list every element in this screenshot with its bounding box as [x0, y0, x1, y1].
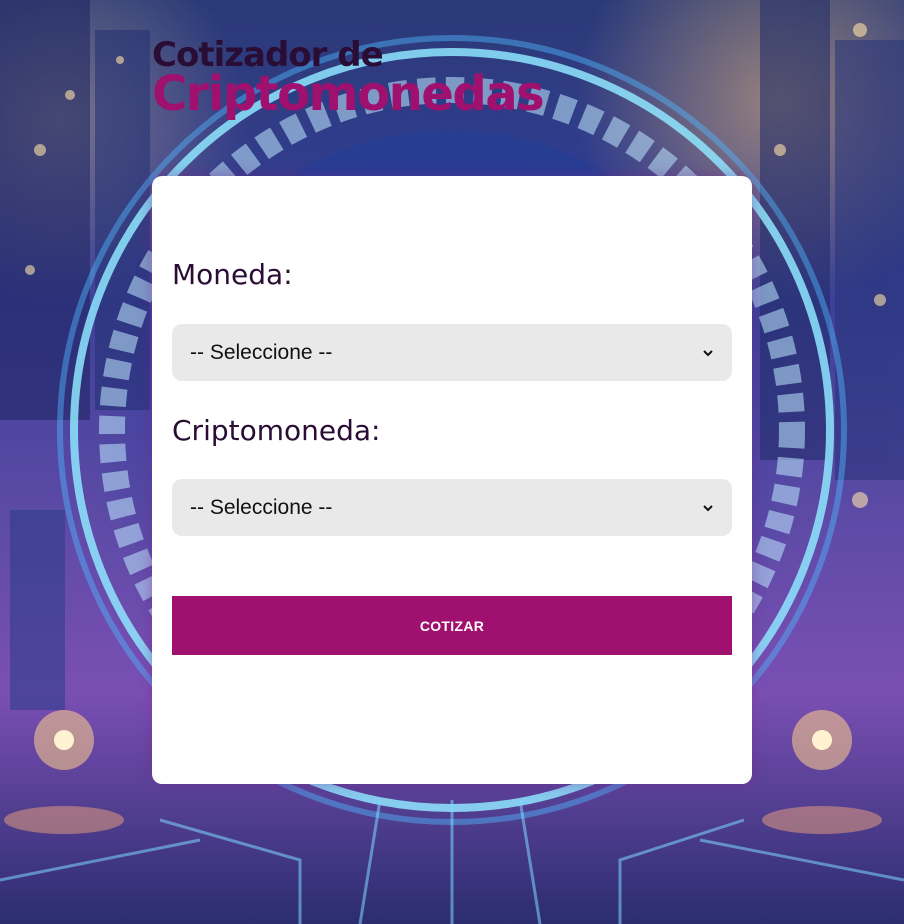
chevron-down-icon [703, 349, 713, 356]
page-title-line2: Criptomonedas [152, 66, 545, 122]
currency-select-value: -- Seleccione -- [190, 340, 333, 364]
currency-label: Moneda: [172, 258, 293, 291]
chevron-down-icon [703, 504, 713, 511]
crypto-label: Criptomoneda: [172, 414, 381, 447]
quote-button[interactable]: COTIZAR [172, 596, 732, 655]
currency-select[interactable]: -- Seleccione -- [172, 324, 732, 381]
page-title: Cotizador de Criptomonedas [152, 38, 545, 122]
quote-form-card: Moneda: -- Seleccione -- Criptomoneda: -… [152, 176, 752, 784]
crypto-select[interactable]: -- Seleccione -- [172, 479, 732, 536]
crypto-select-value: -- Seleccione -- [190, 495, 333, 519]
